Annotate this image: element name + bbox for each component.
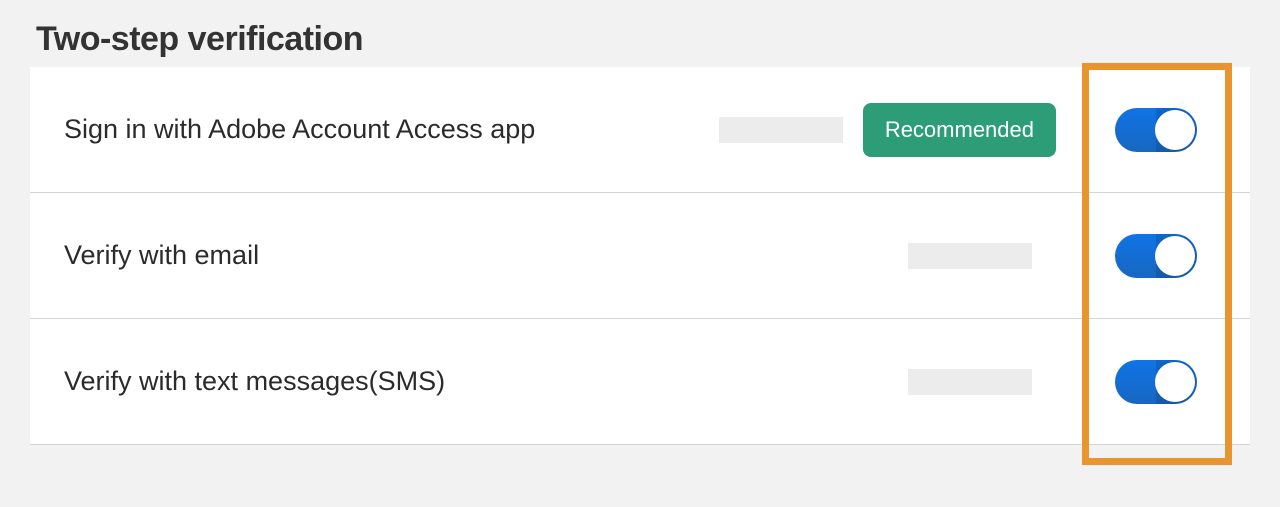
toggle-adobe-account-access[interactable] (1115, 108, 1197, 152)
row-verify-email: Verify with email (30, 193, 1250, 319)
two-step-panel: Sign in with Adobe Account Access app Re… (30, 67, 1250, 445)
toggle-knob-icon (1155, 236, 1195, 276)
row-label: Verify with email (64, 240, 604, 271)
toggle-knob-icon (1155, 362, 1195, 402)
row-label: Sign in with Adobe Account Access app (64, 114, 604, 145)
row-adobe-account-access: Sign in with Adobe Account Access app Re… (30, 67, 1250, 193)
redacted-placeholder (719, 117, 843, 143)
toggle-knob-icon (1155, 110, 1195, 150)
toggle-verify-sms[interactable] (1115, 360, 1197, 404)
toggle-verify-email[interactable] (1115, 234, 1197, 278)
redacted-placeholder (908, 369, 1032, 395)
row-verify-sms: Verify with text messages(SMS) (30, 319, 1250, 445)
row-label: Verify with text messages(SMS) (64, 366, 604, 397)
redacted-placeholder (908, 243, 1032, 269)
section-title: Two-step verification (36, 20, 1250, 59)
recommended-badge: Recommended (863, 103, 1056, 157)
